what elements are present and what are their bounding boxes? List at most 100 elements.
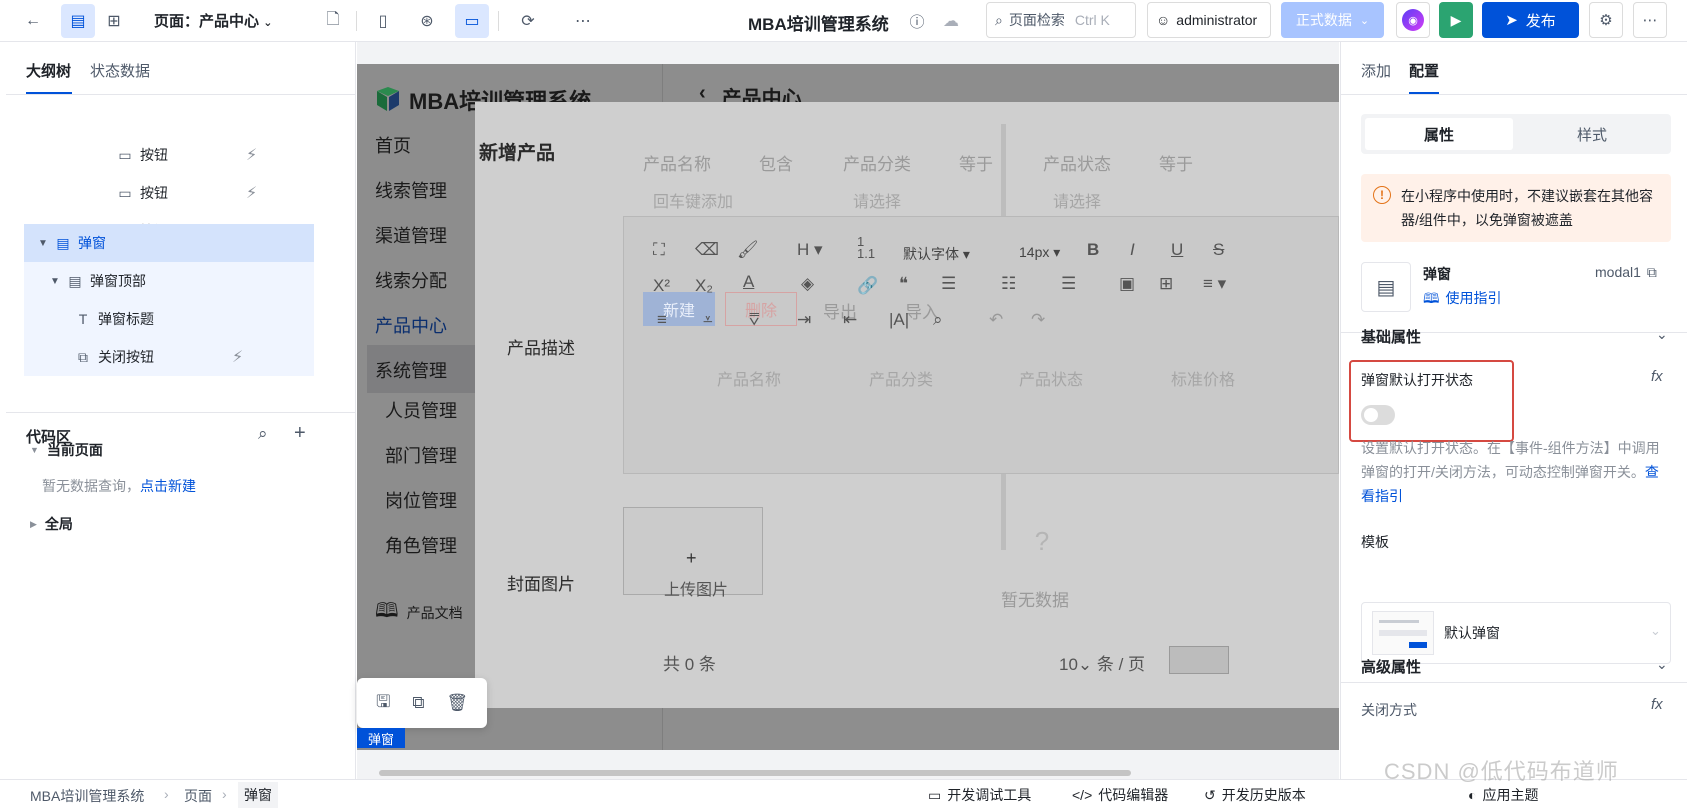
miniprogram-view-icon[interactable]: ⊛	[410, 4, 444, 38]
font-size-select[interactable]: 14px ▾	[1019, 244, 1060, 261]
create-new-link[interactable]: 点击新建	[140, 478, 196, 494]
strikethrough-icon[interactable]: S	[1213, 240, 1224, 260]
product-doc-link[interactable]: 🕮 产品文档	[375, 596, 463, 630]
menu-item-departments[interactable]: 部门管理	[385, 442, 457, 468]
mobile-view-icon[interactable]: ▯	[366, 4, 400, 38]
preview-run-button[interactable]: ▶	[1439, 2, 1473, 38]
menu-item-staff[interactable]: 人员管理	[385, 397, 457, 423]
global-group[interactable]: ▶ 全局	[30, 514, 73, 534]
usage-guide-link[interactable]: 🕮 使用指引	[1423, 288, 1502, 312]
tab-outline-tree[interactable]: 大纲树	[26, 60, 71, 81]
tab-add[interactable]: 添加	[1361, 60, 1391, 81]
tree-node-button[interactable]: ▭ 按钮 ⚡	[116, 174, 316, 212]
chevron-down-icon[interactable]: ⌄	[1656, 326, 1668, 343]
outdent-icon[interactable]: ⇤	[843, 310, 857, 330]
horizontal-scrollbar[interactable]	[379, 770, 1131, 776]
font-family-select[interactable]: 默认字体 ▾	[903, 244, 970, 264]
menu-item-product-center[interactable]: 产品中心	[375, 312, 447, 338]
app-theme-tool[interactable]: ◐ 应用主题	[1468, 785, 1538, 805]
fullscreen-icon[interactable]: ⛶	[653, 240, 665, 260]
segment-styles[interactable]: 样式	[1517, 118, 1667, 150]
tab-config[interactable]: 配置	[1409, 60, 1439, 81]
layout-icon[interactable]: ⊞	[97, 4, 131, 38]
info-icon[interactable]: ⓘ	[900, 4, 934, 38]
more-icon[interactable]: ⋯	[566, 4, 600, 38]
menu-item-leads[interactable]: 线索管理	[375, 177, 447, 203]
dev-debug-tools[interactable]: ▭ 开发调试工具	[928, 785, 1031, 805]
copy-icon[interactable]: ⧉	[1647, 264, 1657, 281]
fx-expression-icon[interactable]: fx	[1651, 368, 1663, 385]
tree-node-button[interactable]: ▭ 按钮 ⚡	[116, 136, 316, 174]
template-select[interactable]: 默认弹窗 ⌄	[1361, 602, 1671, 664]
upload-image-box[interactable]: + 上传图片	[623, 507, 763, 599]
menu-item-positions[interactable]: 岗位管理	[385, 487, 457, 513]
heading-icon[interactable]: H ▾	[797, 240, 823, 260]
page-selector[interactable]: 页面：产品中心 ⌄	[154, 10, 272, 31]
menu-item-lead-assign[interactable]: 线索分配	[375, 267, 447, 293]
breadcrumb-pages[interactable]: 页面	[184, 786, 212, 806]
breadcrumb-app[interactable]: MBA培训管理系统	[30, 786, 144, 806]
refresh-icon[interactable]: ⟳	[511, 4, 545, 38]
indent-icon[interactable]: ⇥	[797, 310, 811, 330]
breadcrumb-current[interactable]: 弹窗	[238, 782, 278, 808]
menu-item-roles[interactable]: 角色管理	[385, 532, 457, 558]
default-open-toggle[interactable]	[1361, 405, 1395, 425]
undo-icon[interactable]: ↶	[989, 310, 1003, 330]
current-page-group[interactable]: ▼ 当前页面	[30, 440, 103, 460]
event-bolt-icon[interactable]: ⚡	[246, 183, 257, 203]
bold-icon[interactable]: B	[1087, 240, 1099, 260]
code-editor-tool[interactable]: </> 代码编辑器	[1072, 785, 1168, 805]
bullet-list-icon[interactable]: ☰	[941, 274, 956, 294]
basic-properties-title[interactable]: 基础属性	[1361, 326, 1421, 347]
quote-icon[interactable]: ❝	[899, 274, 908, 294]
menu-item-home[interactable]: 首页	[375, 132, 411, 158]
caret-down-icon[interactable]: ▼	[50, 276, 60, 287]
fx-expression-icon[interactable]: fx	[1651, 696, 1663, 713]
page-list-icon[interactable]: ▤	[61, 4, 95, 38]
underline-icon[interactable]: U	[1171, 240, 1183, 260]
subscript-icon[interactable]: X₂	[695, 276, 713, 296]
menu-item-system[interactable]: 系统管理	[375, 357, 447, 383]
format-painter-icon[interactable]: 🖌	[737, 240, 759, 260]
design-canvas[interactable]: MBA培训管理系统 ‹ 产品中心 首页 线索管理 渠道管理 线索分配 产品中心 …	[357, 42, 1339, 779]
caret-down-icon[interactable]: ▼	[38, 238, 48, 249]
font-color-icon[interactable]: A	[743, 272, 754, 292]
tree-node-modal-title[interactable]: T 弹窗标题	[24, 300, 314, 338]
table-icon[interactable]: ⊞	[1159, 274, 1173, 294]
advanced-properties-title[interactable]: 高级属性	[1361, 656, 1421, 677]
search-icon[interactable]: ⌕	[258, 424, 268, 444]
event-bolt-icon[interactable]: ⚡	[246, 145, 257, 165]
desktop-view-icon[interactable]: ▭	[455, 4, 489, 38]
settings-icon[interactable]: ⚙	[1589, 2, 1623, 38]
cloud-icon[interactable]: ☁	[934, 4, 968, 38]
vertical-align-icon[interactable]: ⩡	[703, 310, 713, 330]
align-icon[interactable]: ≡ ▾	[1203, 274, 1226, 294]
user-menu[interactable]: ☺ administrator	[1147, 2, 1271, 38]
chevron-down-icon[interactable]: ⌄	[1656, 656, 1668, 673]
menu-item-channels[interactable]: 渠道管理	[375, 222, 447, 248]
align-justify-icon[interactable]: ≡	[657, 310, 667, 330]
find-replace-icon[interactable]: ⌕	[933, 310, 943, 330]
component-id[interactable]: modal1 ⧉	[1595, 264, 1657, 281]
add-page-icon[interactable]: 🗋	[316, 4, 350, 38]
tree-node-close-button[interactable]: ⧉ 关闭按钮 ⚡	[24, 338, 314, 376]
copy-icon[interactable]: ⧉	[412, 693, 424, 713]
numbered-list-icon[interactable]: ☷	[1001, 274, 1016, 294]
history-versions-tool[interactable]: ↺ 开发历史版本	[1204, 785, 1306, 805]
paragraph-spacing-icon[interactable]: ⩢	[749, 310, 759, 330]
link-icon[interactable]: 🔗	[857, 276, 878, 296]
page-search[interactable]: ⌕ 页面检索 Ctrl K	[986, 2, 1136, 38]
line-height-icon[interactable]: 1 1.1	[857, 235, 875, 260]
text-case-icon[interactable]: |A|	[889, 310, 909, 330]
tree-node-modal-header[interactable]: ▼ ▤ 弹窗顶部	[24, 262, 314, 300]
eraser-icon[interactable]: ⌫	[695, 240, 719, 260]
back-arrow-icon[interactable]: ←	[16, 4, 50, 38]
superscript-icon[interactable]: X²	[653, 276, 670, 296]
env-selector[interactable]: 正式数据 ⌄	[1281, 2, 1384, 38]
tab-state-data[interactable]: 状态数据	[90, 60, 150, 81]
image-icon[interactable]: ▣	[1119, 274, 1135, 294]
publish-button[interactable]: ➤ 发布	[1482, 2, 1579, 38]
event-bolt-icon[interactable]: ⚡	[232, 347, 243, 367]
rich-text-editor[interactable]	[623, 216, 1339, 474]
segment-properties[interactable]: 属性	[1365, 118, 1513, 150]
